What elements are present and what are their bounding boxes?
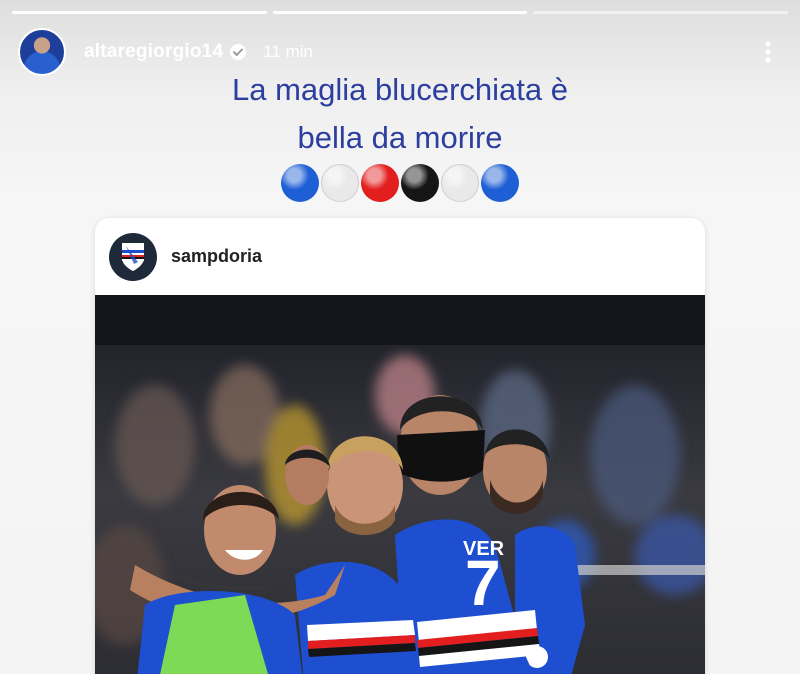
emoji-circle: [361, 164, 399, 202]
emoji-circle: [281, 164, 319, 202]
shared-post-card[interactable]: sampdoria VER 7: [95, 218, 705, 674]
shared-post-account[interactable]: sampdoria: [171, 246, 262, 267]
instagram-story: altaregiorgio14 11 min La maglia blucerc…: [0, 0, 800, 674]
emoji-circle: [321, 164, 359, 202]
club-logo[interactable]: [109, 232, 157, 281]
caption-line-2: bella da morire: [297, 120, 503, 155]
caption-line-1: La maglia blucerchiata è: [231, 72, 569, 107]
more-vertical-icon[interactable]: [756, 37, 780, 67]
story-caption: La maglia blucerchiata è bella da morire: [0, 66, 800, 162]
emoji-circle: [441, 164, 479, 202]
progress-segment: [272, 11, 528, 14]
story-progress-bar: [12, 11, 789, 14]
progress-segment: [12, 11, 267, 14]
post-photo[interactable]: VER 7: [95, 295, 705, 674]
progress-segment: [533, 11, 789, 14]
emoji-circle: [481, 164, 519, 202]
jersey-number-text: 7: [465, 547, 501, 619]
emoji-circle: [401, 164, 439, 202]
username[interactable]: altaregiorgio14: [84, 41, 223, 63]
post-time: 11 min: [263, 42, 313, 61]
verified-badge-icon: [229, 43, 247, 61]
shared-post-header: sampdoria: [95, 218, 705, 295]
emoji-circles: [0, 164, 800, 202]
